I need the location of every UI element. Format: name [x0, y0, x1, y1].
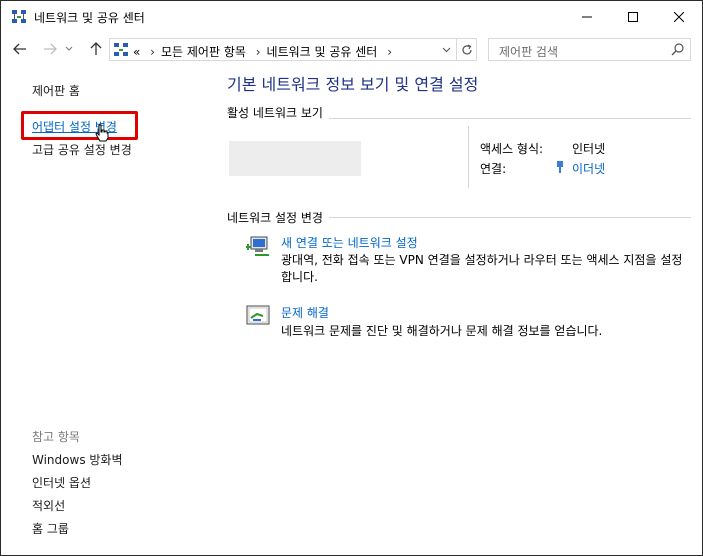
ethernet-icon	[555, 160, 565, 174]
search-icon[interactable]	[670, 42, 686, 58]
troubleshoot-description: 네트워크 문제를 진단 및 해결하거나 문제 해결 정보를 얻습니다.	[281, 324, 603, 338]
refresh-button[interactable]	[456, 39, 476, 60]
troubleshoot-link[interactable]: 문제 해결	[281, 304, 329, 321]
access-type-value: 인터넷	[572, 142, 606, 156]
connections-label: 연결:	[480, 162, 507, 176]
minimize-button[interactable]	[564, 1, 610, 33]
network-center-icon	[11, 9, 27, 25]
window-title: 네트워크 및 공유 센터	[34, 11, 145, 25]
sidebar-item-advanced-sharing-settings[interactable]: 고급 공유 설정 변경	[32, 141, 132, 158]
network-info-divider	[468, 126, 469, 188]
address-bar[interactable]: « › 모든 제어판 항목 › 네트워크 및 공유 센터 ›	[109, 38, 477, 61]
new-connection-description: 광대역, 전화 접속 또는 VPN 연결을 설정하거나 라우터 또는 액세스 지…	[281, 253, 683, 284]
new-connection-icon	[245, 235, 271, 259]
troubleshoot-icon	[245, 304, 271, 328]
address-dropdown-button[interactable]	[436, 39, 456, 60]
sidebar-control-panel-home[interactable]: 제어판 홈	[32, 82, 80, 99]
see-also-header: 참고 항목	[32, 430, 80, 444]
control-panel-window: 네트워크 및 공유 센터 « › 모든 제어판 항목 › 네트워크 및 공유 센…	[0, 0, 703, 556]
title-bar: 네트워크 및 공유 센터	[1, 1, 702, 33]
new-connection-link[interactable]: 새 연결 또는 네트워크 설정	[281, 234, 418, 251]
close-button[interactable]	[656, 1, 702, 33]
hand-cursor-icon	[95, 124, 109, 142]
sidebar-item-homegroup[interactable]: 홈 그룹	[32, 520, 69, 537]
navigation-bar: « › 모든 제어판 항목 › 네트워크 및 공유 센터 › 제어판 검색	[1, 34, 702, 64]
recent-locations-dropdown[interactable]	[63, 40, 75, 58]
breadcrumb: « › 모든 제어판 항목 › 네트워크 및 공유 센터 ›	[133, 43, 398, 60]
highlight-box	[21, 111, 138, 140]
sidebar-item-infrared[interactable]: 적외선	[32, 497, 65, 514]
ethernet-connection-link[interactable]: 이더넷	[572, 160, 605, 177]
breadcrumb-separator[interactable]: ›	[150, 45, 155, 59]
control-panel-icon	[113, 42, 129, 58]
change-settings-label: 네트워크 설정 변경	[227, 209, 329, 226]
back-button[interactable]	[11, 40, 29, 58]
sidebar-item-windows-firewall[interactable]: Windows 방화벽	[32, 451, 123, 468]
maximize-button[interactable]	[610, 1, 656, 33]
breadcrumb-separator[interactable]: ›	[387, 45, 392, 59]
breadcrumb-separator[interactable]: ›	[256, 45, 261, 59]
breadcrumb-item-all-items[interactable]: 모든 제어판 항목	[161, 45, 246, 59]
access-type-label: 액세스 형식:	[480, 142, 544, 156]
forward-button[interactable]	[41, 40, 59, 58]
search-input[interactable]: 제어판 검색	[488, 38, 691, 61]
search-placeholder: 제어판 검색	[499, 45, 559, 59]
breadcrumb-overflow[interactable]: «	[133, 45, 140, 59]
active-networks-label: 활성 네트워크 보기	[227, 104, 329, 121]
network-name-placeholder	[229, 141, 361, 176]
page-title: 기본 네트워크 정보 보기 및 연결 설정	[227, 75, 479, 94]
sidebar-item-internet-options[interactable]: 인터넷 옵션	[32, 474, 91, 491]
breadcrumb-item-network-center[interactable]: 네트워크 및 공유 센터	[267, 45, 378, 59]
up-button[interactable]	[87, 40, 105, 58]
